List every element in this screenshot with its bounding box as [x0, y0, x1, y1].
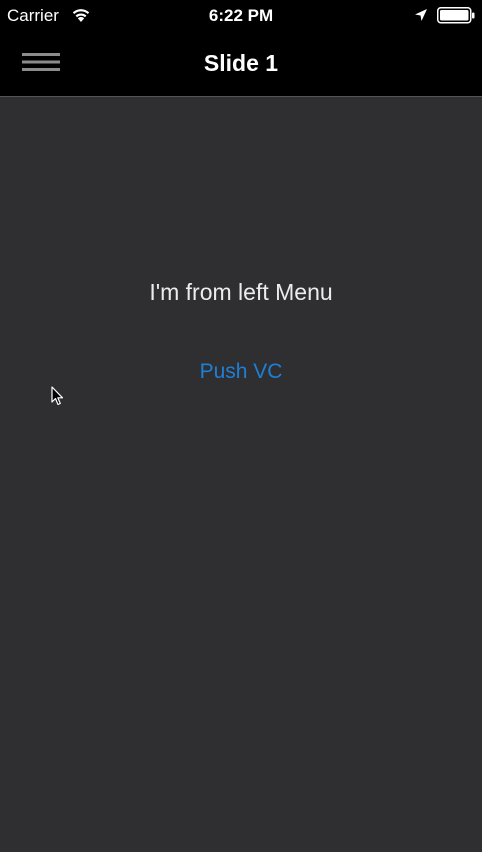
app-screen: Carrier 6:22 PM Slide 1 I'm from left Me… — [0, 0, 482, 852]
mouse-pointer-icon — [51, 386, 65, 406]
menu-button[interactable] — [14, 44, 68, 80]
message-label: I'm from left Menu — [149, 279, 333, 305]
clock-time: 6:22 PM — [208, 6, 274, 25]
navigation-bar: Slide 1 — [0, 32, 482, 97]
battery-icon — [437, 7, 475, 24]
main-content: I'm from left Menu Push VC — [0, 97, 482, 852]
page-title: Slide 1 — [203, 50, 279, 76]
location-arrow-icon — [414, 8, 428, 22]
hamburger-menu-icon — [22, 52, 60, 72]
push-vc-button[interactable]: Push VC — [166, 353, 316, 391]
status-bar: Carrier 6:22 PM — [0, 0, 482, 32]
